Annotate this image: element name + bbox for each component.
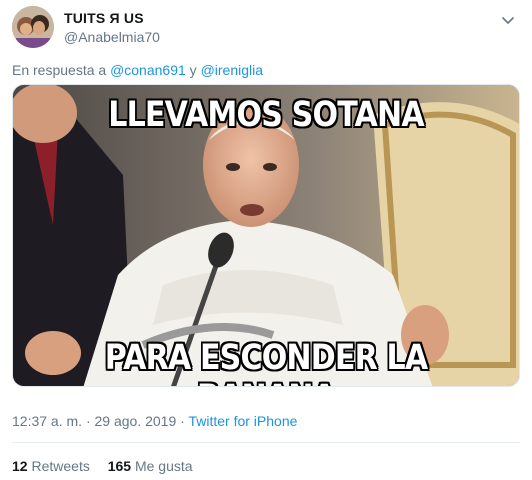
tweet-header: TUITS Я US @Anabelmia70 <box>12 6 520 52</box>
meta-separator: · <box>85 413 91 429</box>
tweet-meta: 12:37 a. m. · 29 ago. 2019 · Twitter for… <box>12 413 297 429</box>
meme-top-text: LLEVAMOS SOTANA <box>108 95 424 135</box>
display-name[interactable]: TUITS Я US <box>64 10 160 26</box>
reply-joiner: y <box>189 62 197 78</box>
mention-link[interactable]: @conan691 <box>110 62 186 78</box>
likes-label: Me gusta <box>134 458 193 474</box>
meme-bottom-text: PARA ESCONDER LA BANANA <box>104 338 428 386</box>
retweets-count: 12 <box>12 458 28 474</box>
tweet-image[interactable]: LLEVAMOS SOTANA PARA ESCONDER LA BANANA <box>12 84 520 387</box>
mention-link[interactable]: @irenigl​ia <box>201 62 263 78</box>
tweet-date[interactable]: 29 ago. 2019 <box>95 413 177 429</box>
likes-count: 165 <box>107 458 132 474</box>
retweets-stat[interactable]: 12 Retweets <box>12 458 94 474</box>
retweets-label: Retweets <box>31 458 90 474</box>
author-names: TUITS Я US @Anabelmia70 <box>64 10 160 45</box>
divider <box>12 442 520 443</box>
user-handle[interactable]: @Anabelmia70 <box>64 29 160 45</box>
chevron-down-icon[interactable] <box>500 12 516 28</box>
avatar[interactable] <box>12 6 54 48</box>
meta-separator: · <box>180 413 185 429</box>
tweet-source-link[interactable]: Twitter for iPhone <box>188 413 297 429</box>
reply-prefix: En respuesta a <box>12 62 107 78</box>
tweet-stats: 12 Retweets 165 Me gusta <box>12 458 207 474</box>
tweet-time[interactable]: 12:37 a. m. <box>12 413 82 429</box>
reply-context: En respuesta a @conan691 y @irenigl​ia <box>12 62 263 78</box>
likes-stat[interactable]: 165 Me gusta <box>108 458 193 474</box>
